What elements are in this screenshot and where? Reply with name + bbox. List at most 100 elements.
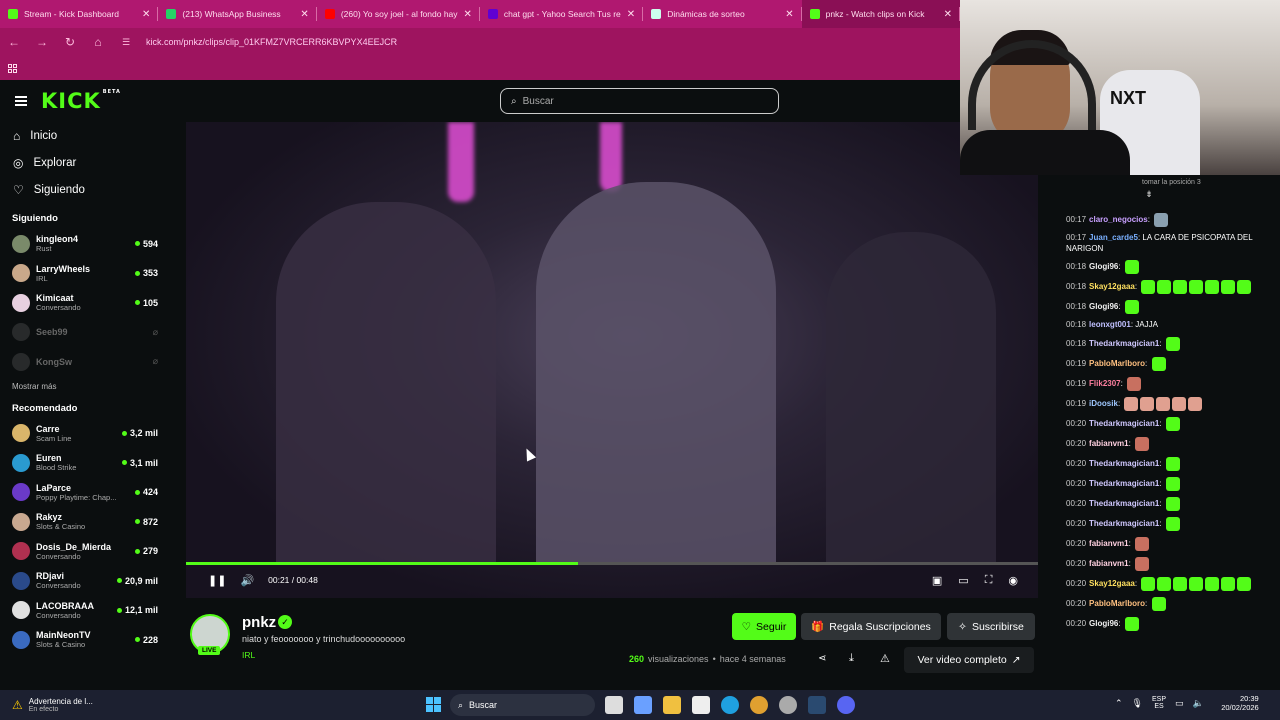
chat-username[interactable]: Juan_carde5 [1089, 233, 1138, 242]
chat-username[interactable]: Glogi96 [1089, 619, 1118, 628]
chat-username[interactable]: Flik2307 [1089, 379, 1121, 388]
kick-logo[interactable]: KICK BETA [41, 89, 121, 113]
channel-item[interactable]: LaParce Poppy Playtime: Chap... 424 [0, 478, 170, 508]
volume-icon[interactable]: 🔊 [240, 574, 254, 587]
chat-username[interactable]: PabloMarlboro [1089, 599, 1145, 608]
clock[interactable]: 20:39 20/02/2026 [1213, 694, 1259, 712]
chrome-icon[interactable] [750, 696, 768, 714]
chat-username[interactable]: Thedarkmagician1 [1089, 519, 1159, 528]
channel-item[interactable]: Kimicaat Conversando 105 [0, 288, 170, 318]
share-icon[interactable]: ⋖ [818, 653, 826, 664]
reload-icon[interactable]: ↻ [62, 35, 78, 49]
taskbar-search[interactable]: ⌕ Buscar [450, 694, 595, 716]
menu-icon[interactable] [15, 96, 27, 106]
channel-name[interactable]: pnkz [242, 614, 276, 631]
theater-mode-icon[interactable]: ▭ [958, 574, 968, 587]
nav-item-siguiendo[interactable]: ♡ Siguiendo [0, 176, 170, 203]
show-more-link[interactable]: Mostrar más [0, 377, 170, 397]
chat-username[interactable]: PabloMarlboro [1089, 359, 1145, 368]
file-explorer-icon[interactable] [663, 696, 681, 714]
chat-username[interactable]: fabianvm1 [1089, 559, 1129, 568]
app-icon[interactable] [779, 696, 797, 714]
start-icon[interactable] [426, 697, 441, 712]
chat-username[interactable]: Thedarkmagician1 [1089, 499, 1159, 508]
chat-username[interactable]: leonxgt001 [1089, 320, 1131, 329]
subscribe-button[interactable]: ✧ Suscribirse [947, 613, 1035, 640]
pause-icon[interactable]: ❚❚ [208, 574, 226, 587]
chat-username[interactable]: claro_negocios [1089, 215, 1148, 224]
close-icon[interactable]: ✕ [464, 9, 472, 20]
chat-username[interactable]: Thedarkmagician1 [1089, 459, 1159, 468]
chat-username[interactable]: Thedarkmagician1 [1089, 419, 1159, 428]
close-icon[interactable]: ✕ [300, 9, 308, 20]
close-icon[interactable]: ✕ [627, 9, 635, 20]
chat-username[interactable]: fabianvm1 [1089, 539, 1129, 548]
discord-icon[interactable] [837, 696, 855, 714]
browser-tab[interactable]: pnkz - Watch clips on Kick ✕ [801, 0, 960, 28]
url-field[interactable]: kick.com/pnkz/clips/clip_01KFMZ7VRCERR6K… [146, 37, 397, 47]
store-icon[interactable] [692, 696, 710, 714]
copilot-icon[interactable] [634, 696, 652, 714]
language-indicator[interactable]: ESP ES [1152, 696, 1166, 710]
close-icon[interactable]: ✕ [785, 9, 793, 20]
chat-colon: : [1134, 282, 1140, 292]
chat-username[interactable]: fabianvm1 [1089, 439, 1129, 448]
chat-username[interactable]: Glogi96 [1089, 302, 1118, 311]
chevron-up-icon[interactable]: ⌃ [1115, 698, 1123, 709]
lang-code: ESP [1151, 696, 1166, 703]
clip-category[interactable]: IRL [242, 650, 255, 660]
browser-tab[interactable]: (213) WhatsApp Business ✕ [158, 0, 317, 28]
site-info-icon[interactable]: ☰ [118, 37, 134, 48]
download-icon[interactable]: ⤓ [849, 652, 854, 665]
channel-item[interactable]: Euren Blood Strike 3,1 mil [0, 448, 170, 478]
video-player[interactable]: ❚❚ 🔊 00:21 / 00:48 ▣ ▭ ⛶ ◉ [186, 122, 1038, 598]
chat-username[interactable]: Thedarkmagician1 [1089, 339, 1159, 348]
chat-username[interactable]: Glogi96 [1089, 262, 1118, 271]
search-input[interactable]: ⌕ Buscar [500, 88, 779, 114]
channel-item[interactable]: Carre Scam Line 3,2 mil [0, 419, 170, 449]
notification[interactable]: ⚠ Advertencia de l... En efecto [0, 697, 120, 713]
edge-icon[interactable] [721, 696, 739, 714]
report-icon[interactable]: ⚠ [880, 652, 890, 665]
mic-icon[interactable]: 🎙 [1132, 698, 1143, 709]
chat-username[interactable]: Skay12gaaa [1089, 579, 1135, 588]
close-icon[interactable]: ✕ [944, 9, 952, 20]
gift-icon: 🎁 [811, 621, 825, 633]
chat-username[interactable]: Thedarkmagician1 [1089, 479, 1159, 488]
apps-grid-icon[interactable] [8, 63, 17, 73]
nav-item-inicio[interactable]: ⌂ Inicio [0, 122, 170, 149]
browser-tab[interactable]: Dinámicas de sorteo ✕ [643, 0, 802, 28]
gift-subs-button[interactable]: 🎁 Regala Suscripciones [801, 613, 941, 640]
channel-item[interactable]: Rakyz Slots & Casino 872 [0, 507, 170, 537]
playback-speed-icon[interactable]: ◉ [1008, 574, 1018, 587]
channel-item[interactable]: RDjavi Conversando 20,9 mil [0, 566, 170, 596]
viewer-count: 105 [134, 298, 158, 308]
home-icon[interactable]: ⌂ [90, 35, 106, 49]
channel-item[interactable]: LarryWheels IRL 353 [0, 259, 170, 289]
fullscreen-icon[interactable]: ⛶ [985, 574, 993, 587]
viewer-count-value: 3,1 mil [129, 457, 158, 468]
channel-item[interactable]: LACOBRAAA Conversando 12,1 mil [0, 596, 170, 626]
channel-item[interactable]: KongSw ⌀ [0, 347, 170, 377]
pip-icon[interactable]: ▣ [932, 574, 942, 587]
close-icon[interactable]: ✕ [142, 9, 150, 20]
forward-icon[interactable]: → [34, 35, 50, 49]
scroll-indicator-icon[interactable]: ⇟ [1058, 189, 1280, 205]
chat-username[interactable]: iDoosik [1089, 399, 1118, 408]
channel-item[interactable]: Seeb99 ⌀ [0, 318, 170, 348]
browser-tab[interactable]: (260) Yo soy joel - al fondo hay ✕ [317, 0, 480, 28]
channel-item[interactable]: Dosis_De_Mierda Conversando 279 [0, 537, 170, 567]
chat-username[interactable]: Skay12gaaa [1089, 282, 1135, 291]
browser-tab[interactable]: Stream - Kick Dashboard ✕ [0, 0, 159, 28]
task-view-icon[interactable] [605, 696, 623, 714]
channel-item[interactable]: MainNeonTV Slots & Casino 228 [0, 625, 170, 655]
follow-button[interactable]: ♡ Seguir [732, 613, 796, 640]
steam-icon[interactable] [808, 696, 826, 714]
browser-tab[interactable]: chat gpt - Yahoo Search Tus re ✕ [480, 0, 644, 28]
channel-item[interactable]: kingleon4 Rust 594 [0, 229, 170, 259]
full-video-button[interactable]: Ver video completo ↗ [904, 647, 1034, 673]
speaker-icon[interactable]: 🔈 [1193, 698, 1204, 709]
back-icon[interactable]: ← [6, 35, 22, 49]
nav-item-explorar[interactable]: ◎ Explorar [0, 149, 170, 176]
network-icon[interactable]: ▭ [1175, 698, 1184, 709]
